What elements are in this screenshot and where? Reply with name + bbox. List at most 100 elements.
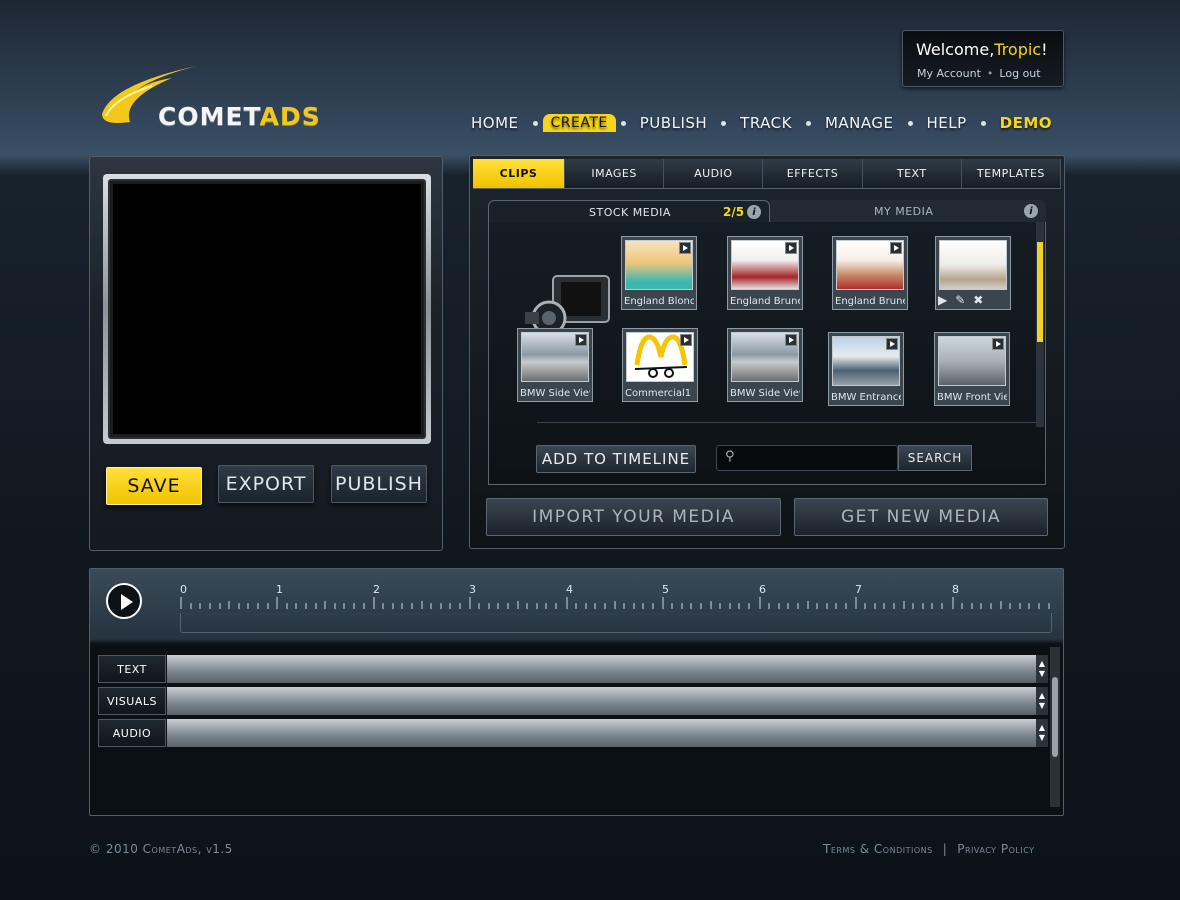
subtab-stock-media[interactable]: STOCK MEDIA 2/5 i (488, 200, 770, 222)
track-bar[interactable] (167, 687, 1038, 715)
ruler-ticks (180, 597, 1050, 609)
edit-icon[interactable]: ✎ (955, 293, 965, 307)
nav-dot (980, 120, 986, 126)
play-icon[interactable] (886, 338, 898, 350)
publish-button[interactable]: PUBLISH (331, 465, 427, 503)
play-icon[interactable] (785, 242, 797, 254)
tab-audio[interactable]: AUDIO (664, 159, 764, 188)
media-subtabs: STOCK MEDIA 2/5 i MY MEDIA i (488, 200, 1046, 222)
tick-label: 2 (373, 583, 380, 596)
delete-icon[interactable]: ✖ (973, 293, 983, 307)
link-separator: • (986, 67, 994, 80)
track-arrows-icon[interactable]: ▲ ▼ (1036, 719, 1048, 747)
track-label: VISUALS (98, 687, 166, 715)
info-icon[interactable]: i (1024, 204, 1038, 218)
tick-label: 6 (759, 583, 766, 596)
copyright: © 2010 CometAds, v1.5 (89, 842, 233, 856)
subtab-my-label: MY MEDIA (874, 205, 934, 218)
tick-label: 3 (469, 583, 476, 596)
tick-label: 7 (855, 583, 862, 596)
clip-thumb[interactable]: England Brunette (727, 236, 803, 310)
info-icon[interactable]: i (747, 205, 761, 219)
nav-help[interactable]: HELP (918, 114, 976, 132)
clip-caption: BMW Side View (730, 388, 800, 399)
clip-thumb[interactable]: BMW Front View (934, 332, 1010, 406)
tab-effects[interactable]: EFFECTS (763, 159, 863, 188)
track-arrows-icon[interactable]: ▲ ▼ (1036, 687, 1048, 715)
clip-tools: ▶ ✎ ✖ (938, 293, 1008, 307)
track-bar[interactable] (167, 655, 1038, 683)
nav-demo[interactable]: DEMO (991, 114, 1061, 132)
nav-home[interactable]: HOME (462, 114, 528, 132)
scrollbar-thumb[interactable] (1037, 242, 1043, 342)
timeline-ruler[interactable]: 0 1 2 3 4 5 6 7 8 (180, 583, 1060, 633)
welcome-suffix: ! (1041, 40, 1048, 59)
clip-thumb[interactable]: England Blonde (621, 236, 697, 310)
clip-caption: BMW Front View (937, 392, 1007, 403)
logout-link[interactable]: Log out (999, 67, 1040, 80)
tab-clips[interactable]: CLIPS (473, 159, 565, 188)
tab-text[interactable]: TEXT (863, 159, 962, 188)
subtab-my-media[interactable]: MY MEDIA i (770, 200, 1046, 222)
welcome-label: Welcome, (916, 40, 995, 59)
logo-comet: COMET (158, 102, 260, 131)
track-arrows-icon[interactable]: ▲ ▼ (1036, 655, 1048, 683)
clip-thumb[interactable]: BMW Side View (727, 328, 803, 402)
add-to-timeline-button[interactable]: ADD TO TIMELINE (536, 445, 696, 473)
scrollbar-thumb[interactable] (1052, 677, 1058, 757)
clip-thumb[interactable]: ▶ ✎ ✖ (935, 236, 1011, 310)
media-panel: CLIPS IMAGES AUDIO EFFECTS TEXT TEMPLATE… (469, 155, 1065, 549)
divider (537, 422, 1037, 423)
gallery-scrollbar[interactable] (1036, 222, 1044, 427)
save-button[interactable]: SAVE (106, 467, 202, 505)
subtab-stock-label: STOCK MEDIA (589, 206, 671, 219)
play-icon[interactable] (992, 338, 1004, 350)
nav-manage[interactable]: MANAGE (816, 114, 903, 132)
play-icon[interactable]: ▶ (938, 293, 947, 307)
play-icon[interactable] (679, 242, 691, 254)
clip-thumb[interactable]: BMW Side View (517, 328, 593, 402)
get-new-media-button[interactable]: GET NEW MEDIA (794, 498, 1048, 536)
welcome-text: Welcome,Tropic! (916, 40, 1048, 59)
play-icon[interactable] (680, 334, 692, 346)
footer-links: Terms & Conditions | Privacy Policy (823, 842, 1035, 856)
nav-dot (721, 120, 727, 126)
play-icon[interactable] (890, 242, 902, 254)
clip-thumb[interactable]: Commercial1 (622, 328, 698, 402)
tab-templates[interactable]: TEMPLATES (962, 159, 1062, 188)
terms-link[interactable]: Terms & Conditions (823, 842, 933, 856)
timeline-scrollbar[interactable] (1050, 647, 1060, 807)
privacy-link[interactable]: Privacy Policy (957, 842, 1034, 856)
nav-dot (532, 120, 538, 126)
cometads-logo[interactable]: COMETADS (92, 64, 352, 144)
play-icon[interactable] (785, 334, 797, 346)
track-bar[interactable] (167, 719, 1038, 747)
timeline-track-audio[interactable]: AUDIO ▲ ▼ (98, 719, 1048, 747)
clip-caption: England Blonde (624, 296, 694, 307)
export-button[interactable]: EXPORT (218, 465, 314, 503)
nav-track[interactable]: TRACK (731, 114, 801, 132)
search-icon: ⚲ (725, 449, 735, 464)
tick-label: 4 (566, 583, 573, 596)
play-button[interactable] (106, 583, 142, 619)
timeline-scrubber-track[interactable] (180, 613, 1052, 633)
track-label: TEXT (98, 655, 166, 683)
stock-count: 2/5 (723, 205, 745, 219)
clip-caption: BMW Side View (520, 388, 590, 399)
clip-image (939, 240, 1007, 290)
tick-label: 1 (276, 583, 283, 596)
video-preview-screen[interactable] (108, 179, 426, 439)
media-tabs: CLIPS IMAGES AUDIO EFFECTS TEXT TEMPLATE… (473, 159, 1062, 189)
search-input[interactable]: ⚲ (716, 445, 898, 471)
timeline-track-text[interactable]: TEXT ▲ ▼ (98, 655, 1048, 683)
clip-thumb[interactable]: England Brunette (832, 236, 908, 310)
search-button[interactable]: SEARCH (898, 445, 972, 471)
timeline-track-visuals[interactable]: VISUALS ▲ ▼ (98, 687, 1048, 715)
play-icon[interactable] (575, 334, 587, 346)
tab-images[interactable]: IMAGES (565, 159, 665, 188)
my-account-link[interactable]: My Account (917, 67, 981, 80)
nav-publish[interactable]: PUBLISH (631, 114, 716, 132)
import-media-button[interactable]: IMPORT YOUR MEDIA (486, 498, 781, 536)
nav-create[interactable]: CREATE (542, 114, 616, 132)
clip-thumb[interactable]: BMW Entrance (828, 332, 904, 406)
